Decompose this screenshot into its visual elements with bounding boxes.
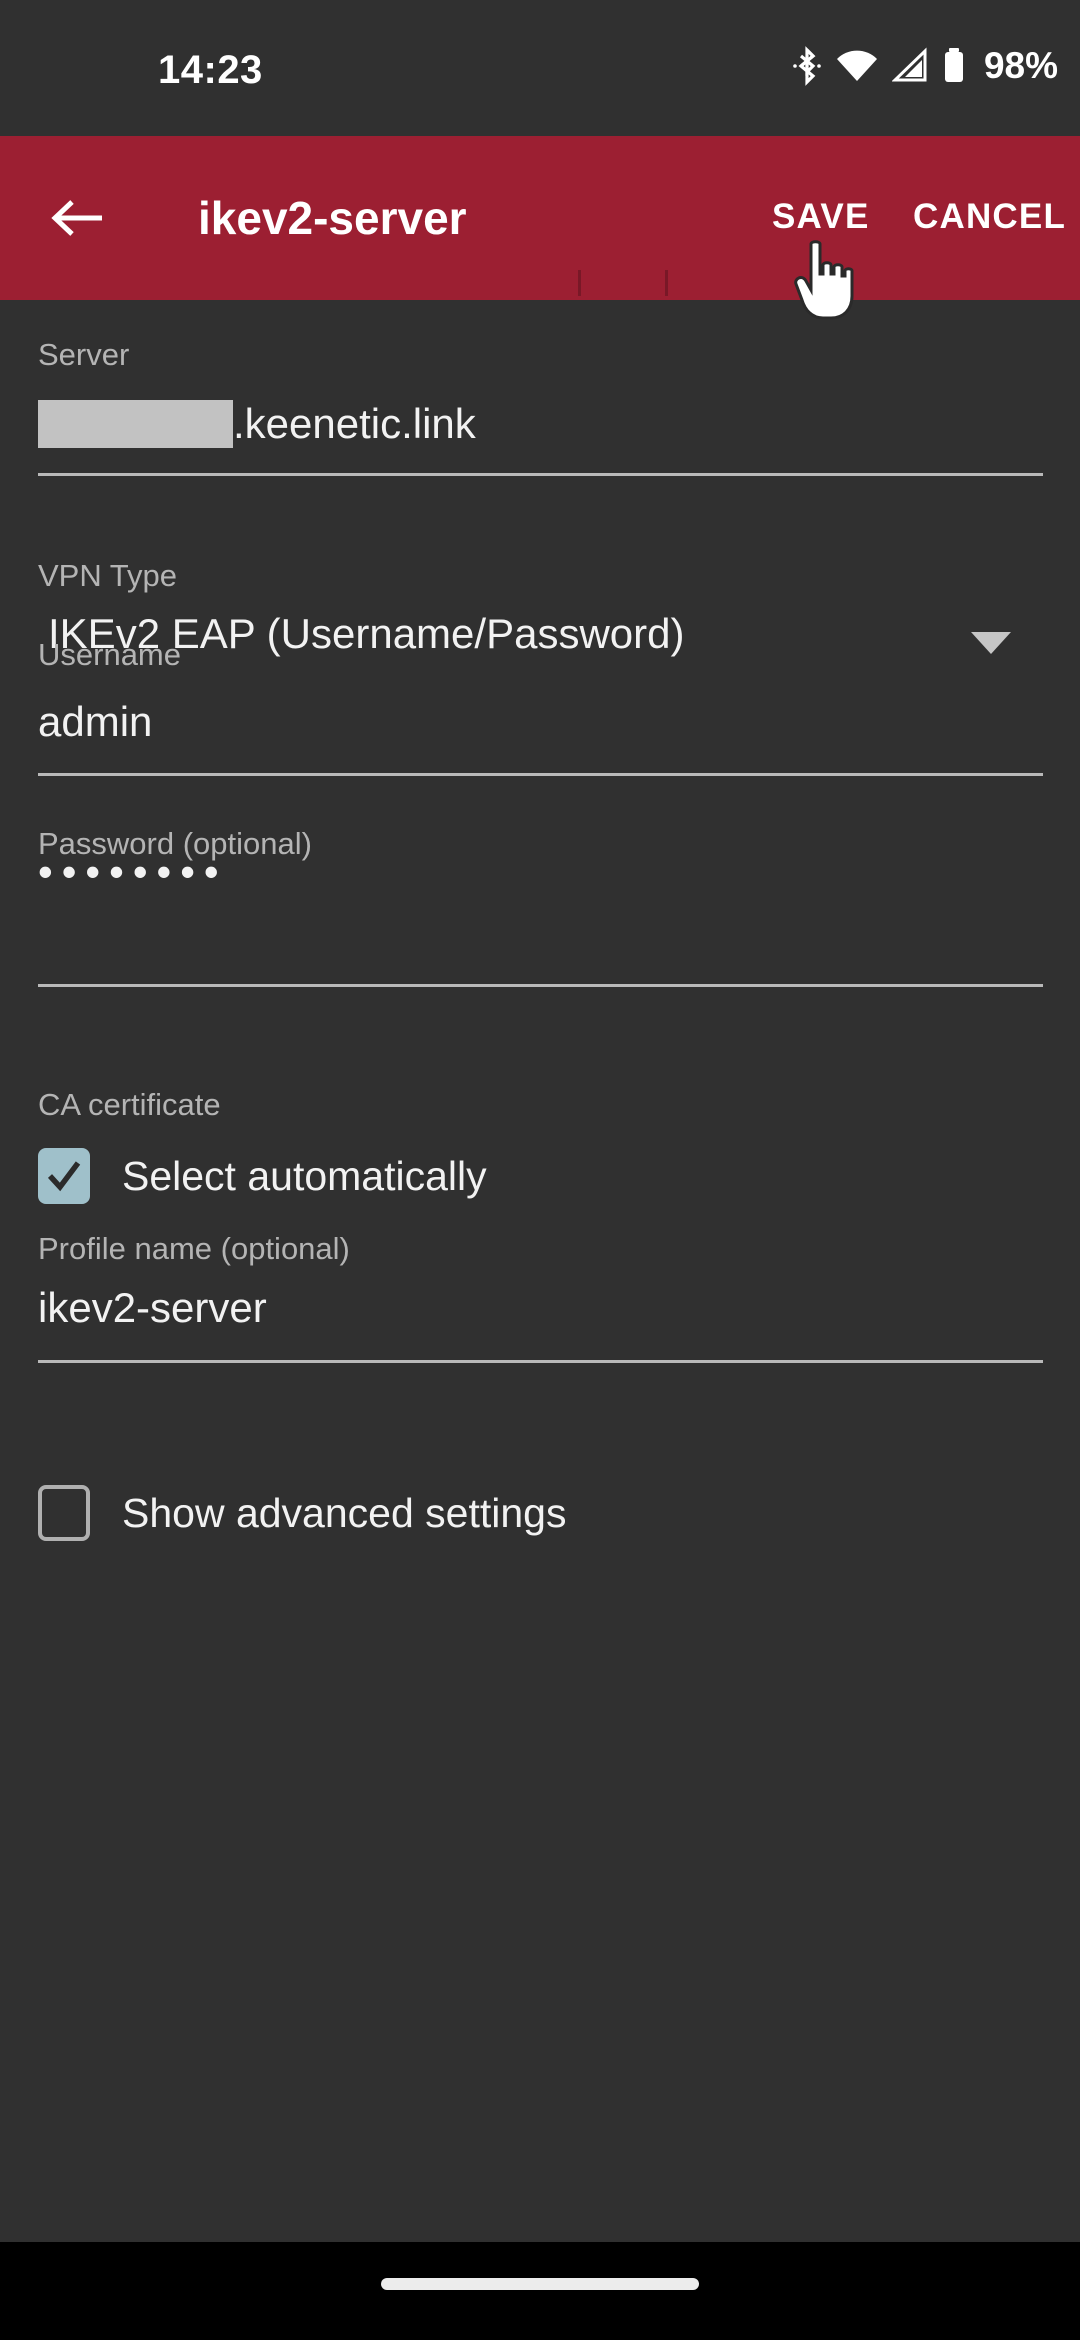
home-gesture-pill[interactable] [381, 2278, 699, 2290]
battery-percent-label: 98% [983, 45, 1058, 86]
vpn-type-label: VPN Type [38, 558, 178, 593]
server-domain-suffix: .keenetic.link [233, 400, 476, 447]
save-button[interactable]: SAVE [772, 192, 870, 242]
bluetooth-icon [792, 46, 822, 86]
server-input[interactable]: .keenetic.link [38, 398, 476, 450]
server-underline [38, 473, 1043, 476]
back-arrow-icon[interactable] [46, 186, 110, 250]
battery-icon [942, 46, 966, 86]
page-title: ikev2-server [198, 192, 467, 244]
server-label: Server [38, 337, 130, 372]
system-navigation-bar [0, 2242, 1080, 2340]
wifi-icon [836, 46, 878, 86]
username-underline [38, 773, 1043, 776]
status-clock: 14:23 [158, 48, 263, 92]
appbar-artifact-tick [578, 270, 581, 296]
password-underline [38, 984, 1043, 987]
cellular-signal-icon [891, 46, 928, 86]
cancel-button[interactable]: CANCEL [913, 192, 1066, 242]
status-icon-group: 98% [792, 45, 1058, 87]
chevron-down-icon[interactable] [971, 632, 1011, 654]
username-input[interactable]: admin [38, 696, 152, 748]
password-input[interactable]: •••••••• [38, 846, 228, 898]
profile-name-input[interactable]: ikev2-server [38, 1282, 267, 1334]
appbar-artifact-tick [665, 270, 668, 296]
status-bar: 14:23 98% [0, 0, 1080, 136]
select-automatically-checkbox-row[interactable]: Select automatically [38, 1148, 487, 1204]
select-automatically-label: Select automatically [122, 1153, 487, 1199]
username-label: Username [38, 637, 181, 672]
profile-name-label: Profile name (optional) [38, 1231, 350, 1266]
phone-screen: 14:23 98% ikev2-server SAVE CANCEL Serve… [0, 0, 1080, 2340]
ca-certificate-label: CA certificate [38, 1087, 221, 1122]
show-advanced-settings-row[interactable]: Show advanced settings [38, 1485, 566, 1541]
show-advanced-settings-checkbox[interactable] [38, 1485, 90, 1541]
select-automatically-checkbox[interactable] [38, 1148, 90, 1204]
show-advanced-settings-label: Show advanced settings [122, 1490, 567, 1536]
server-host-redaction [38, 400, 233, 448]
profile-name-underline [38, 1360, 1043, 1363]
